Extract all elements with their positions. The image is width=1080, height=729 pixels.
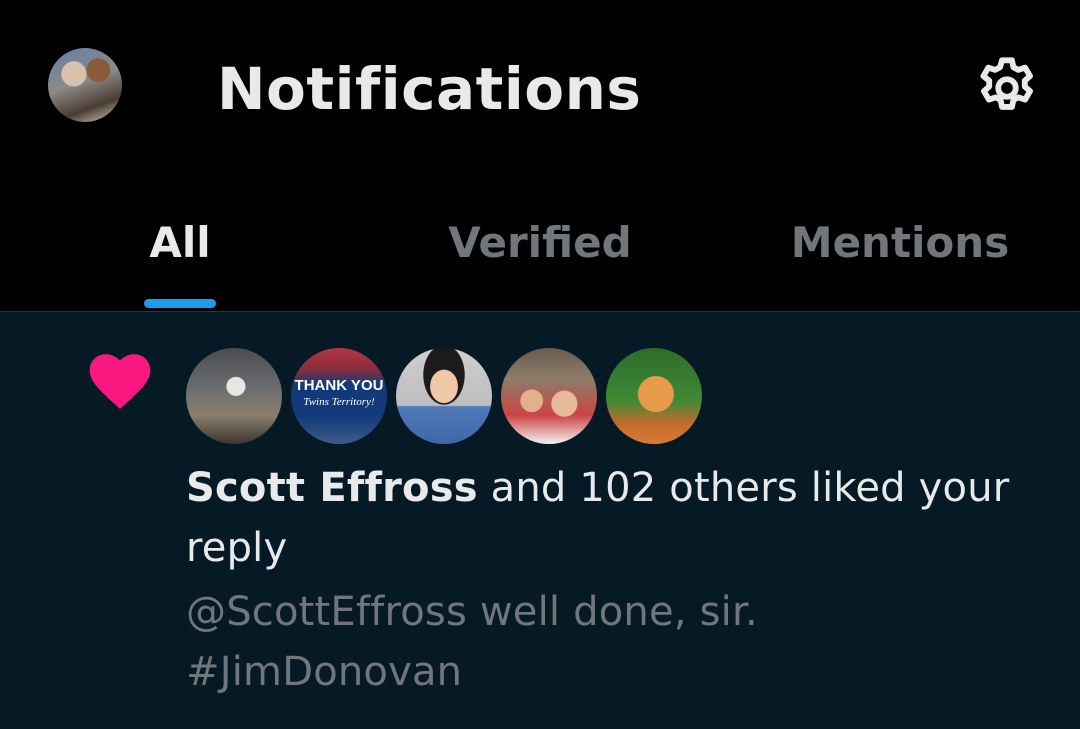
reply-excerpt: @ScottEffross well done, sir. #JimDonova… xyxy=(186,582,1046,702)
page-title: Notifications xyxy=(217,55,642,123)
tab-label: All xyxy=(149,218,211,267)
avatar[interactable] xyxy=(396,348,492,444)
avatar[interactable] xyxy=(606,348,702,444)
avatar[interactable]: THANK YOU Twins Territory! xyxy=(291,348,387,444)
excerpt-line: #JimDonovan xyxy=(186,649,463,695)
actor-name[interactable]: Scott Effross xyxy=(186,465,478,511)
notification-tabs: All Verified Mentions xyxy=(0,180,1080,311)
gear-icon xyxy=(980,57,1033,110)
tab-verified[interactable]: Verified xyxy=(360,180,720,311)
avatar[interactable] xyxy=(501,348,597,444)
tab-mentions[interactable]: Mentions xyxy=(720,180,1080,311)
excerpt-line: @ScottEffross well done, sir. xyxy=(186,589,758,635)
avatar[interactable] xyxy=(186,348,282,444)
heart-icon xyxy=(89,354,151,409)
profile-avatar[interactable] xyxy=(48,48,122,122)
notification-text: Scott Effross and 102 others liked your … xyxy=(186,458,1046,578)
top-bar: Notifications xyxy=(0,0,1080,180)
avatar-caption: THANK YOU xyxy=(294,377,384,394)
avatar-caption: Twins Territory! xyxy=(303,396,375,408)
tab-label: Verified xyxy=(448,218,632,267)
settings-button[interactable] xyxy=(972,53,1042,123)
tab-all[interactable]: All xyxy=(0,180,360,311)
like-notification[interactable]: THANK YOU Twins Territory! Scott Effross… xyxy=(0,312,1080,729)
active-tab-indicator xyxy=(144,299,216,308)
tab-label: Mentions xyxy=(790,218,1010,267)
